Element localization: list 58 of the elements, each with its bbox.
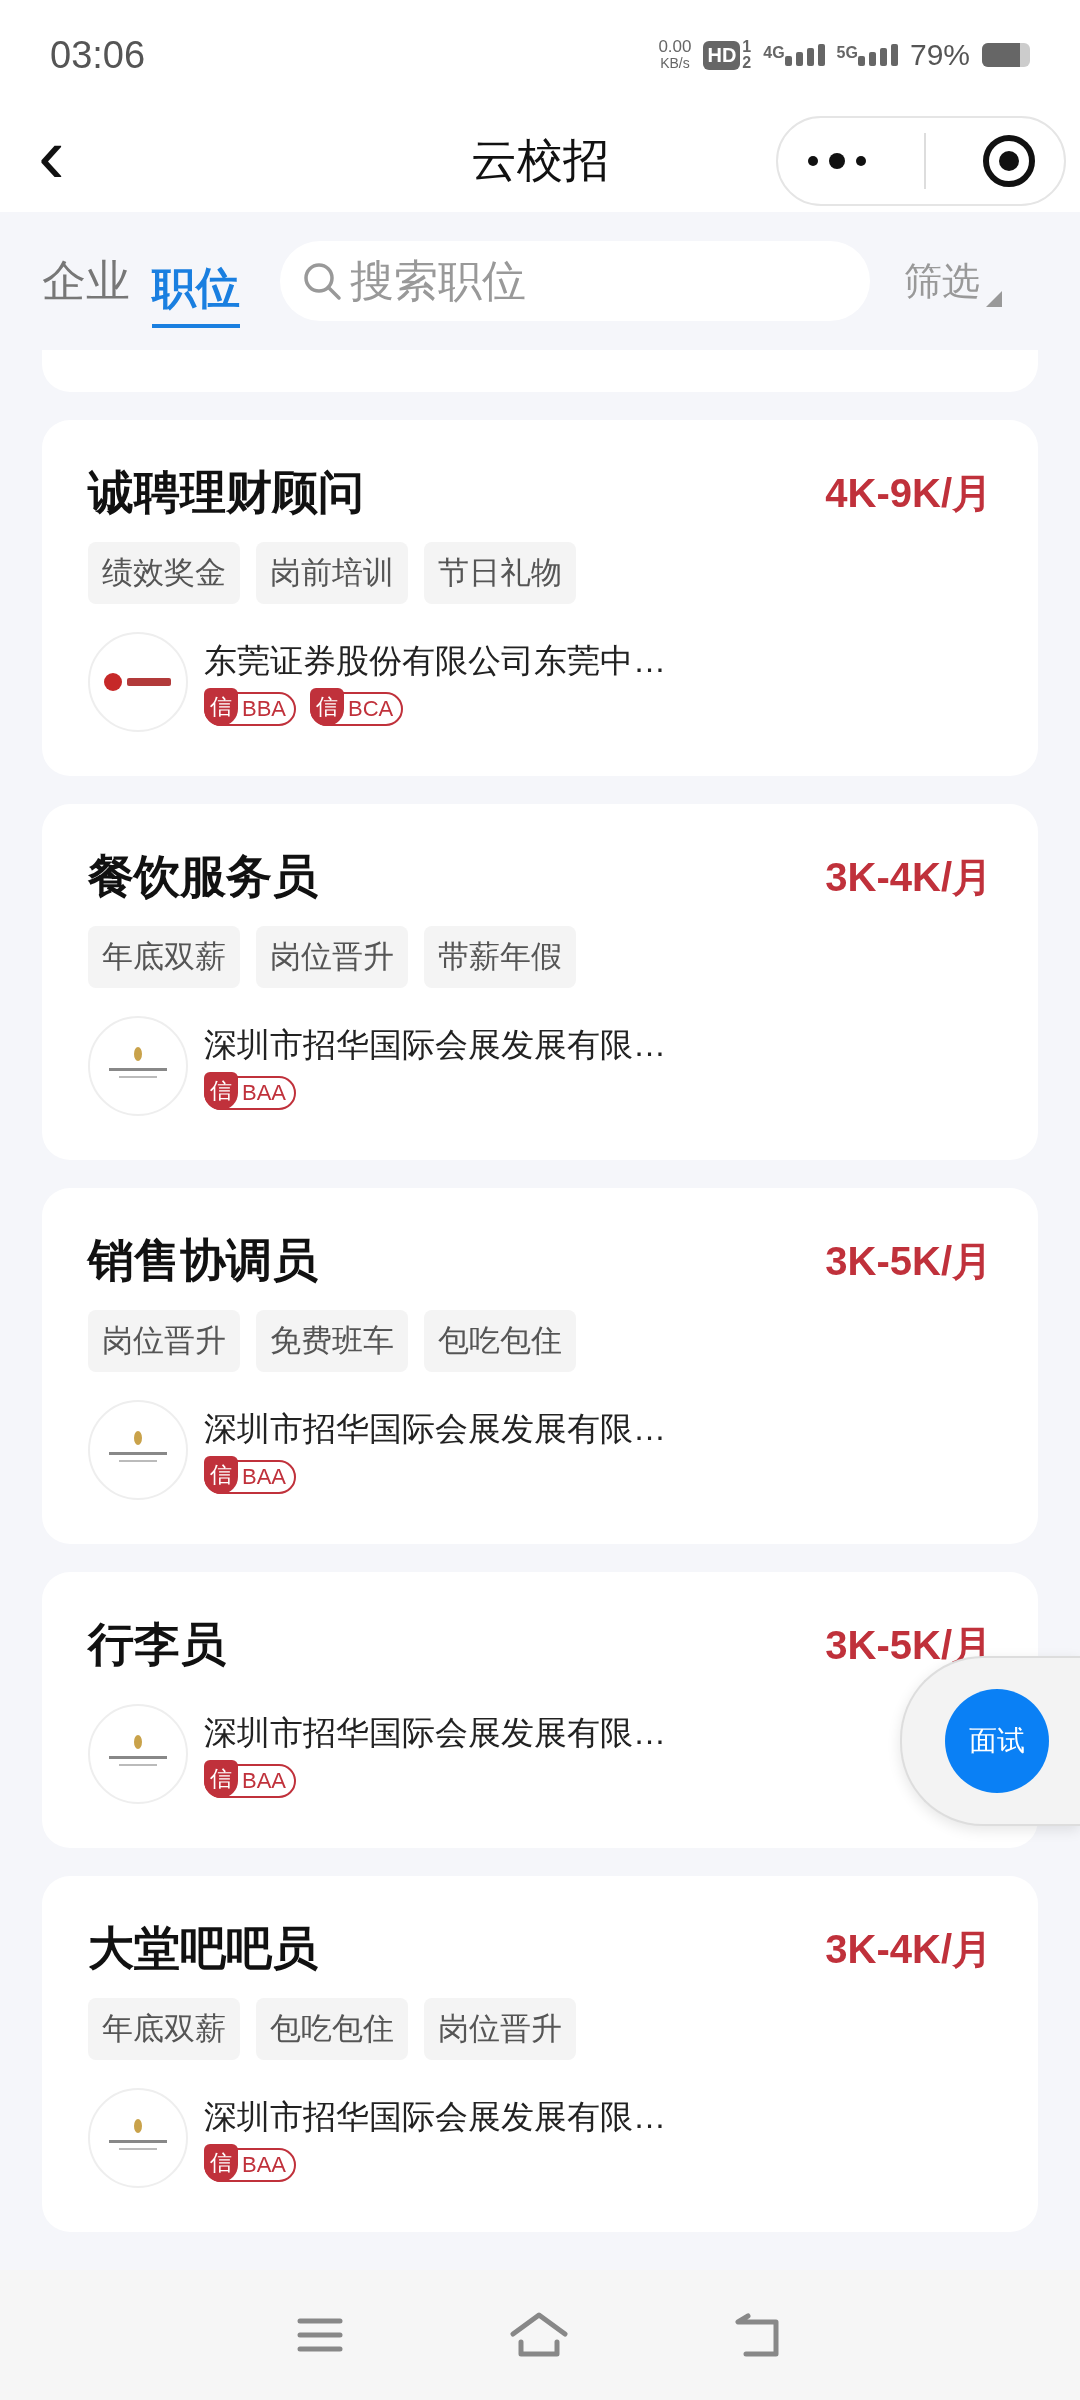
battery-percent: 79% <box>909 38 970 72</box>
credit-badge: 信 BAA <box>204 2147 297 2182</box>
network-type: 5G <box>836 44 858 62</box>
home-icon[interactable] <box>509 2312 569 2358</box>
credit-badge: 信 BAA <box>204 1763 297 1798</box>
hd-badge: HD <box>703 40 741 70</box>
benefit-tag: 带薪年假 <box>424 926 576 988</box>
job-title: 诚聘理财顾问 <box>88 465 364 520</box>
search-icon <box>302 261 342 301</box>
page-title: 云校招 <box>471 133 609 188</box>
battery-icon <box>982 43 1030 67</box>
salary: 4K-9K/月 <box>825 469 992 517</box>
benefit-tag: 包吃包住 <box>424 1310 576 1372</box>
company-name: 深圳市招华国际会展发展有限… <box>204 1712 666 1753</box>
network-speed: 0.00 <box>658 38 692 55</box>
job-title: 销售协调员 <box>88 1233 318 1288</box>
network-type: 4G <box>763 44 785 62</box>
search-field[interactable]: 搜索职位 <box>280 241 870 321</box>
interview-button[interactable]: 面试 <box>945 1689 1049 1793</box>
salary: 3K-5K/月 <box>825 1237 992 1285</box>
benefit-tag: 包吃包住 <box>256 1998 408 2060</box>
benefit-tag: 年底双薪 <box>88 926 240 988</box>
credit-badge: 信 BBA <box>204 691 297 726</box>
job-title: 大堂吧吧员 <box>88 1921 318 1976</box>
benefit-tag: 免费班车 <box>256 1310 408 1372</box>
credit-badge: 信 BCA <box>310 691 404 726</box>
job-card[interactable]: 销售协调员 3K-5K/月 岗位晋升 免费班车 包吃包住 深圳市招华国际会展发展有限… 信 BAA <box>42 1188 1038 1544</box>
job-card[interactable]: 大堂吧吧员 3K-4K/月 年底双薪 包吃包住 岗位晋升 深圳市招华国际会展发展有限… 信 BAA <box>42 1876 1038 2232</box>
tab[interactable]: 职位 <box>152 248 240 328</box>
job-card[interactable]: 诚聘理财顾问 4K-9K/月 绩效奖金 岗前培训 节日礼物 东莞证券股份有限公司东莞中… 信 BBA 信 BCA <box>42 420 1038 776</box>
sim-number: 2 <box>742 55 752 71</box>
company-name: 深圳市招华国际会展发展有限… <box>204 1408 666 1449</box>
speed-unit: KB/s <box>660 55 690 72</box>
sim-number: 1 <box>742 39 752 55</box>
tab[interactable]: 企业 <box>42 241 130 321</box>
salary: 3K-4K/月 <box>825 853 992 901</box>
triangle-icon <box>986 290 1002 307</box>
benefit-tag: 年底双薪 <box>88 1998 240 2060</box>
company-name: 深圳市招华国际会展发展有限… <box>204 2096 666 2137</box>
close-icon[interactable] <box>980 133 1037 189</box>
status-time: 03:06 <box>50 33 146 77</box>
benefit-tag: 节日礼物 <box>424 542 576 604</box>
benefit-tag: 岗位晋升 <box>424 1998 576 2060</box>
job-card[interactable]: 餐饮服务员 3K-4K/月 年底双薪 岗位晋升 带薪年假 深圳市招华国际会展发展有限… 信 BAA <box>42 804 1038 1160</box>
job-title: 餐饮服务员 <box>88 849 318 904</box>
salary: 3K-4K/月 <box>825 1925 992 1973</box>
benefit-tag: 岗前培训 <box>256 542 408 604</box>
company-name: 深圳市招华国际会展发展有限… <box>204 1024 666 1065</box>
company-name: 东莞证券股份有限公司东莞中… <box>204 640 666 681</box>
benefit-tag: 岗位晋升 <box>256 926 408 988</box>
signal-icon <box>857 44 898 66</box>
benefit-tag: 岗位晋升 <box>88 1310 240 1372</box>
job-title: 行李员 <box>88 1617 226 1672</box>
benefit-tag: 绩效奖金 <box>88 542 240 604</box>
back-button[interactable]: ‹ <box>0 116 65 206</box>
credit-badge: 信 BAA <box>204 1459 297 1494</box>
credit-badge: 信 BAA <box>204 1075 297 1110</box>
signal-icon <box>784 44 825 66</box>
